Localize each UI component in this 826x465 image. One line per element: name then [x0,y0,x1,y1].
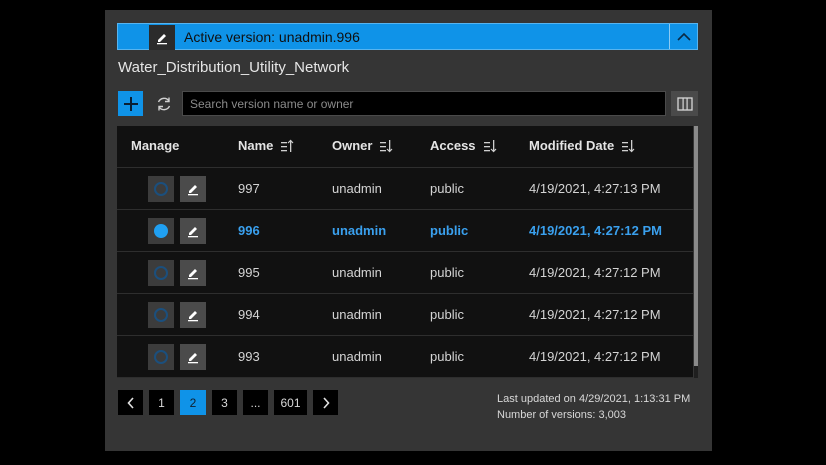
cell-owner: unadmin [332,307,382,322]
cell-modified: 4/19/2021, 4:27:12 PM [529,307,661,322]
table-row-active[interactable]: 996 unadmin public 4/19/2021, 4:27:12 PM [117,210,693,252]
radio-icon [154,182,168,196]
edit-version-button[interactable] [180,344,206,370]
page-button[interactable]: 1 [149,390,174,415]
plus-icon [123,96,138,111]
header-owner[interactable]: Owner [332,138,393,153]
cell-owner: unadmin [332,223,387,238]
cell-access: public [430,307,464,322]
sort-icon[interactable] [621,139,635,153]
last-updated-text: Last updated on 4/29/2021, 1:13:31 PM [497,393,691,405]
cell-access: public [430,349,464,364]
columns-icon [676,96,693,111]
cell-modified: 4/19/2021, 4:27:12 PM [529,223,662,238]
sort-icon[interactable] [379,139,393,153]
cell-name: 993 [238,349,260,364]
header-access[interactable]: Access [430,138,497,153]
chevron-right-icon [322,396,330,409]
table-scrollbar[interactable] [694,126,698,378]
radio-selected-icon [154,224,168,238]
header-modified-label: Modified Date [529,138,615,153]
pencil-icon [188,269,198,280]
set-active-radio[interactable] [148,218,174,244]
pencil-icon [157,33,167,44]
refresh-button[interactable] [151,91,176,116]
table-row[interactable]: 995 unadmin public 4/19/2021, 4:27:12 PM [117,252,693,294]
table-row[interactable]: 997 unadmin public 4/19/2021, 4:27:13 PM [117,168,693,210]
header-manage: Manage [131,138,179,153]
pencil-icon [188,185,198,196]
cell-access: public [430,223,469,238]
page-button[interactable]: 3 [212,390,237,415]
cell-modified: 4/19/2021, 4:27:13 PM [529,181,661,196]
set-active-radio[interactable] [148,176,174,202]
versions-table: Manage Name Owner Access Modified Date 9… [117,126,693,378]
set-active-radio[interactable] [148,302,174,328]
collapse-button[interactable] [669,24,697,49]
table-row[interactable]: 994 unadmin public 4/19/2021, 4:27:12 PM [117,294,693,336]
cell-access: public [430,181,464,196]
cell-owner: unadmin [332,181,382,196]
edit-version-button[interactable] [180,302,206,328]
cell-owner: unadmin [332,265,382,280]
table-row[interactable]: 993 unadmin public 4/19/2021, 4:27:12 PM [117,336,693,378]
edit-version-button[interactable] [180,218,206,244]
radio-icon [154,308,168,322]
edit-version-button[interactable] [180,176,206,202]
active-version-bar[interactable]: Active version: unadmin.996 [117,23,698,50]
chevron-left-icon [126,396,134,409]
columns-button[interactable] [671,91,698,116]
refresh-icon [157,97,170,110]
cell-modified: 4/19/2021, 4:27:12 PM [529,349,661,364]
pencil-icon [188,311,198,322]
header-name[interactable]: Name [238,138,294,153]
page-button[interactable]: 601 [274,390,307,415]
radio-icon [154,266,168,280]
page-ellipsis: ... [243,390,268,415]
table-header: Manage Name Owner Access Modified Date [117,126,693,168]
active-version-label: Active version: unadmin.996 [184,29,360,45]
active-version-edit-button[interactable] [149,25,175,50]
status-info: Last updated on 4/29/2021, 1:13:31 PM Nu… [497,391,690,423]
scrollbar-thumb[interactable] [694,126,698,366]
search-input[interactable] [182,91,666,116]
set-active-radio[interactable] [148,344,174,370]
add-version-button[interactable] [118,91,143,116]
header-access-label: Access [430,138,476,153]
cell-access: public [430,265,464,280]
sort-icon[interactable] [280,139,294,153]
version-count-text: Number of versions: 3,003 [497,409,627,421]
header-name-label: Name [238,138,274,153]
set-active-radio[interactable] [148,260,174,286]
page-button-current[interactable]: 2 [180,390,206,415]
pencil-icon [188,227,198,238]
version-manager-panel: Active version: unadmin.996 Water_Distri… [105,10,712,451]
sort-icon[interactable] [483,139,497,153]
cell-name: 997 [238,181,260,196]
chevron-up-icon [676,32,691,41]
network-title: Water_Distribution_Utility_Network [118,59,350,76]
edit-version-button[interactable] [180,260,206,286]
cell-modified: 4/19/2021, 4:27:12 PM [529,265,661,280]
cell-name: 995 [238,265,260,280]
next-page-button[interactable] [313,390,338,415]
header-manage-label: Manage [131,138,180,153]
pencil-icon [188,353,198,364]
cell-name: 994 [238,307,260,322]
cell-name: 996 [238,223,260,238]
cell-owner: unadmin [332,349,382,364]
header-owner-label: Owner [332,138,373,153]
radio-icon [154,350,168,364]
prev-page-button[interactable] [118,390,143,415]
header-modified-date[interactable]: Modified Date [529,138,635,153]
